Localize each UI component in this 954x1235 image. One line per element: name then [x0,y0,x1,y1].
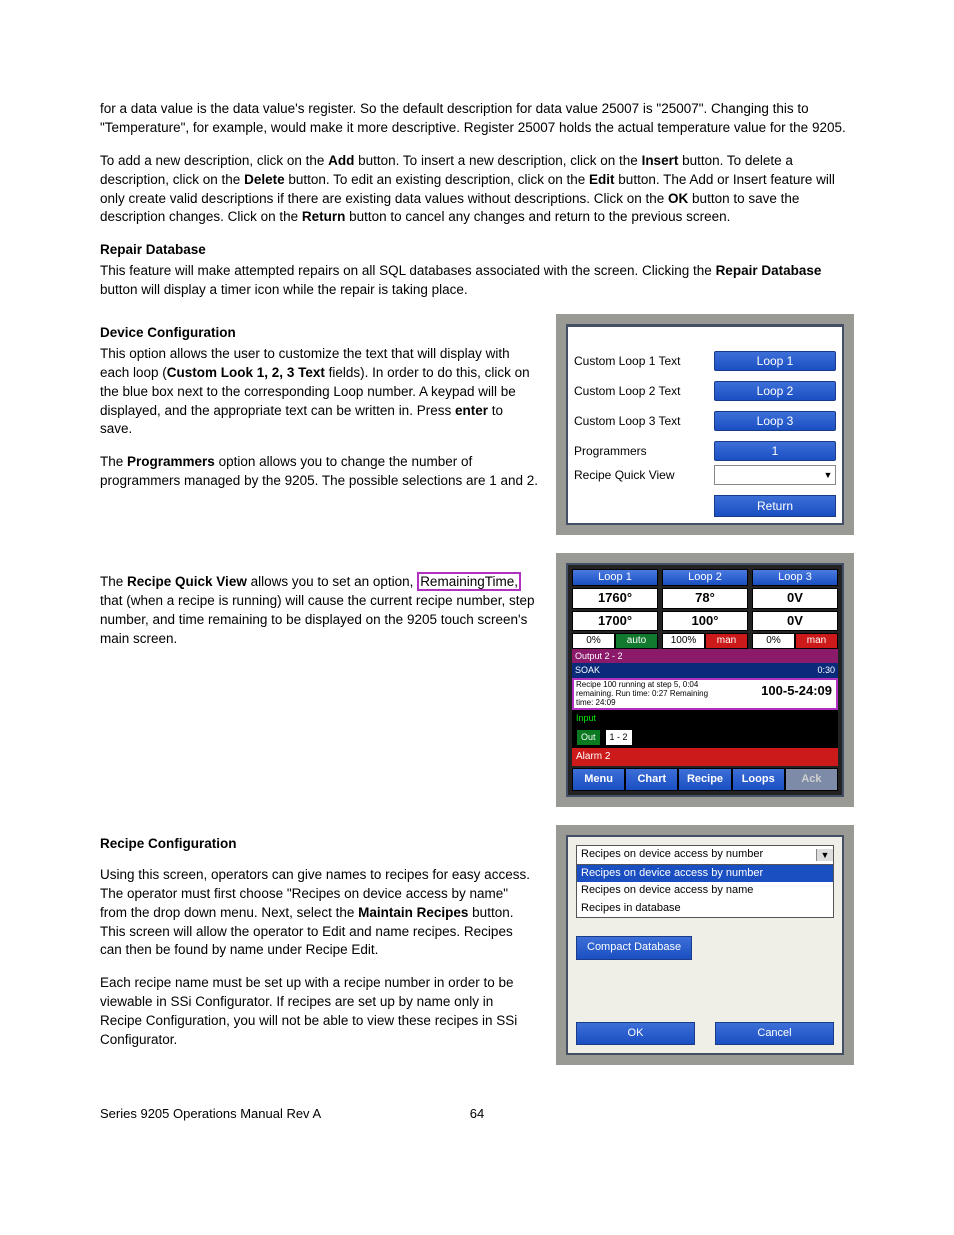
device-configuration-p2: The Programmers option allows you to cha… [100,453,538,491]
custom-loop3-label: Custom Loop 3 Text [574,413,714,430]
loop3-pct: 0% [752,633,795,649]
return-label: Return [302,209,346,224]
repair-database-heading: Repair Database [100,241,854,260]
recipe-button[interactable]: Recipe [678,768,731,791]
loop3-header[interactable]: Loop 3 [752,569,838,586]
loop1-pct: 0% [572,633,615,649]
output-bar: Output 2 - 2 [572,649,838,664]
custom-loop1-field[interactable]: Loop 1 [714,351,836,371]
delete-label: Delete [244,172,285,187]
alarm-bar: Alarm 2 [572,748,838,766]
recipe-running-text: Recipe 100 running at step 5, 0:04 remai… [574,680,724,708]
soak-time: 0:30 [817,664,835,677]
soak-bar: SOAK 0:30 [572,663,838,678]
chart-button[interactable]: Chart [625,768,678,791]
recipe-configuration-p2: Each recipe name must be set up with a r… [100,974,538,1050]
text: button. To insert a new description, cli… [354,153,641,168]
loop2-pct: 100% [662,633,705,649]
ok-button[interactable]: OK [576,1022,695,1045]
custom-look-text-bold: Custom Look 1, 2, 3 Text [167,365,325,380]
custom-loop2-label: Custom Loop 2 Text [574,383,714,400]
repair-database-bold: Repair Database [716,263,822,278]
page-footer: Series 9205 Operations Manual Rev A 64 [100,1105,854,1123]
loop2-mode[interactable]: man [705,633,748,649]
compact-database-button[interactable]: Compact Database [576,936,692,959]
loop3-value2: 0V [752,611,838,631]
loop2-value2: 100° [662,611,748,631]
text: that (when a recipe is running) will cau… [100,593,534,646]
input-bar: Input [572,710,838,727]
recipe-access-dropdown[interactable]: Recipes on device access by number ▼ [576,845,834,865]
recipe-quick-view-bold: Recipe Quick View [127,574,247,589]
programmers-bold: Programmers [127,454,215,469]
device-configuration-heading: Device Configuration [100,324,538,343]
dropdown-option-by-name[interactable]: Recipes on device access by name [577,882,833,899]
loop3-value1: 0V [752,588,838,608]
recipe-config-screenshot: Recipes on device access by number ▼ Rec… [556,825,854,1065]
device-configuration-p1: This option allows the user to customize… [100,345,538,439]
dropdown-selected: Recipes on device access by number [577,847,816,862]
out-label: Out [576,729,601,746]
out-value: 1 - 2 [605,729,633,746]
loops-button[interactable]: Loops [732,768,785,791]
dropdown-option-in-database[interactable]: Recipes in database [577,900,833,917]
menu-button[interactable]: Menu [572,768,625,791]
edit-label: Edit [589,172,615,187]
loop1-header[interactable]: Loop 1 [572,569,658,586]
ack-button[interactable]: Ack [785,768,838,791]
loop1-value1: 1760° [572,588,658,608]
return-button[interactable]: Return [714,495,836,517]
text: This feature will make attempted repairs… [100,263,716,278]
text: To add a new description, click on the [100,153,328,168]
loop1-mode[interactable]: auto [615,633,658,649]
footer-title: Series 9205 Operations Manual Rev A [100,1105,457,1123]
insert-label: Insert [642,153,679,168]
recipe-display-value: 100-5-24:09 [724,680,836,708]
text: button. To edit an existing description,… [285,172,589,187]
repair-database-text: This feature will make attempted repairs… [100,262,854,300]
recipe-configuration-heading: Recipe Configuration [100,835,538,854]
loop2-header[interactable]: Loop 2 [662,569,748,586]
maintain-recipes-bold: Maintain Recipes [358,905,468,920]
programmers-label: Programmers [574,443,714,460]
footer-page-number: 64 [457,1105,497,1123]
loop3-mode[interactable]: man [795,633,838,649]
cancel-button[interactable]: Cancel [715,1022,834,1045]
custom-loop3-field[interactable]: Loop 3 [714,411,836,431]
loop1-value2: 1700° [572,611,658,631]
recipe-quick-view-text: The Recipe Quick View allows you to set … [100,573,538,649]
add-label: Add [328,153,354,168]
soak-label: SOAK [575,664,600,677]
text: allows you to set an option, [247,574,417,589]
loop2-value1: 78° [662,588,748,608]
custom-loop2-field[interactable]: Loop 2 [714,381,836,401]
device-config-screenshot: Custom Loop 1 Text Loop 1 Custom Loop 2 … [556,314,854,535]
touchscreen-screenshot: Loop 1 1760° 1700° 0% auto Loop 2 78° 10… [556,553,854,807]
ok-label: OK [668,191,688,206]
text: The [100,454,127,469]
custom-loop1-label: Custom Loop 1 Text [574,353,714,370]
dropdown-option-by-number[interactable]: Recipes on device access by number [577,865,833,882]
text: button will display a timer icon while t… [100,282,468,297]
recipe-quick-view-dropdown[interactable]: ▼ [714,465,836,485]
intro-paragraph-2: To add a new description, click on the A… [100,152,854,228]
dropdown-options: Recipes on device access by number Recip… [576,865,834,918]
recipe-configuration-p1: Using this screen, operators can give na… [100,866,538,960]
text: button to cancel any changes and return … [345,209,730,224]
recipe-quick-view-label: Recipe Quick View [574,467,714,484]
recipe-display-highlight: Recipe 100 running at step 5, 0:04 remai… [572,678,838,710]
intro-paragraph-1: for a data value is the data value's reg… [100,100,854,138]
programmers-field[interactable]: 1 [714,441,836,461]
enter-bold: enter [455,403,488,418]
chevron-down-icon: ▼ [816,849,833,862]
text: The [100,574,127,589]
remaining-time-highlight: RemainingTime, [417,572,521,591]
